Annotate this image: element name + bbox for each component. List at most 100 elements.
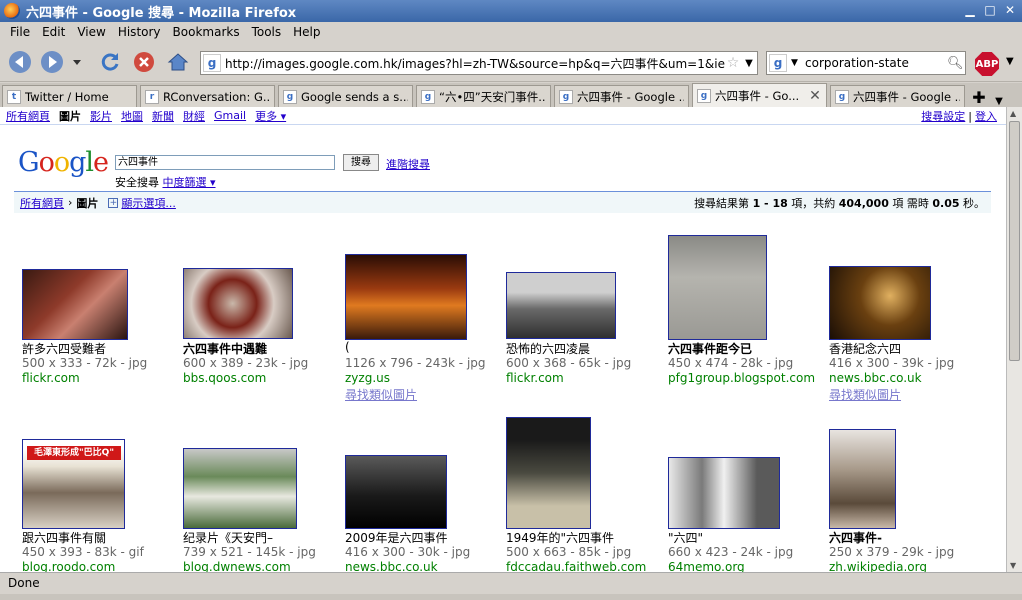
google-logo[interactable]: Google bbox=[18, 147, 109, 178]
image-source[interactable]: news.bbc.co.uk bbox=[829, 371, 922, 385]
gbar-maps[interactable]: 地圖 bbox=[121, 108, 143, 124]
vertical-scrollbar[interactable]: ▲ ▼ bbox=[1006, 107, 1022, 572]
bookmark-star-icon[interactable]: ☆ bbox=[725, 55, 741, 71]
image-source[interactable]: bbs.qoos.com bbox=[183, 371, 266, 385]
plus-icon[interactable]: + bbox=[108, 197, 119, 208]
tab-google-sends[interactable]: g Google sends a s... bbox=[278, 85, 413, 107]
image-thumbnail[interactable] bbox=[506, 417, 591, 529]
image-source[interactable]: news.bbc.co.uk bbox=[345, 560, 438, 572]
safe-search-level[interactable]: 中度篩選 ▾ bbox=[163, 176, 216, 189]
url-dropdown-icon[interactable]: ▼ bbox=[741, 58, 757, 69]
tab-label: “六•四”天安门事件... bbox=[439, 89, 546, 104]
window-title: 六四事件 - Google 搜尋 - Mozilla Firefox bbox=[26, 5, 297, 21]
image-thumbnail[interactable]: 毛澤東形成"巴比Q" bbox=[22, 439, 125, 529]
similar-images-link[interactable]: 尋找類似圖片 bbox=[345, 386, 417, 403]
menu-view[interactable]: View bbox=[71, 25, 111, 39]
tab-search-active[interactable]: g 六四事件 - Go... ✕ bbox=[692, 83, 827, 107]
image-caption: 六四事件中遇難 bbox=[183, 342, 268, 356]
url-text[interactable]: http://images.google.com.hk/images?hl=zh… bbox=[225, 55, 725, 72]
menu-file[interactable]: File bbox=[4, 25, 36, 39]
stop-icon[interactable] bbox=[132, 50, 156, 74]
toolbar-overflow-icon[interactable]: ▼ bbox=[1006, 56, 1014, 67]
image-thumbnail[interactable] bbox=[345, 254, 467, 340]
image-thumbnail[interactable] bbox=[345, 455, 447, 529]
gbar-news[interactable]: 新聞 bbox=[152, 108, 174, 124]
back-icon[interactable] bbox=[8, 50, 32, 74]
tab-twitter[interactable]: t Twitter / Home bbox=[2, 85, 137, 107]
image-thumbnail[interactable] bbox=[668, 235, 767, 340]
image-source[interactable]: fdccadau.faithweb.com bbox=[506, 560, 646, 572]
image-thumbnail[interactable] bbox=[22, 269, 128, 340]
window-titlebar: 六四事件 - Google 搜尋 - Mozilla Firefox ▁ □ ✕ bbox=[0, 0, 1022, 22]
menu-history[interactable]: History bbox=[112, 25, 167, 39]
new-tab-icon[interactable]: ✚ bbox=[968, 88, 990, 107]
search-settings-link[interactable]: 搜尋設定 bbox=[921, 110, 965, 123]
tab-close-icon[interactable]: ✕ bbox=[808, 88, 822, 104]
image-thumbnail[interactable] bbox=[506, 272, 616, 339]
search-button[interactable]: 搜尋 bbox=[343, 154, 379, 171]
tab-search-1[interactable]: g 六四事件 - Google ... bbox=[554, 85, 689, 107]
gbar-images: 圖片 bbox=[59, 109, 81, 123]
image-thumbnail[interactable] bbox=[183, 268, 293, 339]
image-source[interactable]: zyzg.us bbox=[345, 371, 390, 385]
menu-tools[interactable]: Tools bbox=[246, 25, 288, 39]
maximize-icon[interactable]: □ bbox=[982, 3, 998, 19]
google-bar: 所有網頁 圖片 影片 地圖 新聞 財經 Gmail 更多 ▾ 搜尋設定 | 登入 bbox=[0, 107, 1006, 125]
crumb-all-web[interactable]: 所有網頁 bbox=[20, 195, 64, 211]
gbar-finance[interactable]: 財經 bbox=[183, 108, 205, 124]
google-icon: g bbox=[559, 89, 573, 104]
magnifier-icon[interactable]: 🔍︎ bbox=[947, 56, 965, 71]
tab-search-2[interactable]: g 六四事件 - Google ... bbox=[830, 85, 965, 107]
adblock-icon[interactable]: ABP bbox=[975, 52, 999, 76]
similar-images-link[interactable]: 尋找類似圖片 bbox=[829, 386, 901, 403]
image-thumbnail[interactable] bbox=[668, 457, 780, 529]
image-thumbnail[interactable] bbox=[829, 266, 931, 340]
tab-tiananmen[interactable]: g “六•四”天安门事件... bbox=[416, 85, 551, 107]
forward-icon[interactable] bbox=[40, 50, 64, 74]
image-meta: 450 x 393 - 83k - gif bbox=[22, 545, 144, 559]
image-source[interactable]: zh.wikipedia.org bbox=[829, 560, 927, 572]
image-meta: 739 x 521 - 145k - jpg bbox=[183, 545, 316, 559]
gbar-web[interactable]: 所有網頁 bbox=[6, 108, 50, 124]
image-thumbnail[interactable] bbox=[829, 429, 896, 529]
home-icon[interactable] bbox=[166, 50, 190, 74]
scrollbar-thumb[interactable] bbox=[1009, 121, 1020, 361]
gbar-gmail[interactable]: Gmail bbox=[214, 109, 246, 122]
search-bar[interactable]: g ▼ corporation-state 🔍︎ bbox=[766, 51, 966, 75]
image-source[interactable]: blog.roodo.com bbox=[22, 560, 115, 572]
gbar-video[interactable]: 影片 bbox=[90, 108, 112, 124]
menu-help[interactable]: Help bbox=[287, 25, 326, 39]
image-caption: 六四事件距今已 bbox=[668, 342, 753, 356]
tab-label: 六四事件 - Go... bbox=[715, 88, 800, 103]
history-dropdown-icon[interactable] bbox=[70, 50, 84, 74]
safe-search: 安全搜尋 中度篩選 ▾ bbox=[115, 174, 216, 190]
tab-rconversation[interactable]: r RConversation: G... bbox=[140, 85, 275, 107]
image-source[interactable]: blog.dwnews.com bbox=[183, 560, 291, 572]
menu-edit[interactable]: Edit bbox=[36, 25, 71, 39]
image-source[interactable]: 64memo.org bbox=[668, 560, 745, 572]
image-meta: 500 x 663 - 85k - jpg bbox=[506, 545, 632, 559]
minimize-icon[interactable]: ▁ bbox=[962, 3, 978, 19]
image-source[interactable]: pfg1group.blogspot.com bbox=[668, 371, 815, 385]
scroll-up-icon[interactable]: ▲ bbox=[1010, 109, 1016, 118]
search-bar-input[interactable]: corporation-state bbox=[801, 56, 947, 70]
search-engine-icon[interactable]: g bbox=[769, 54, 787, 72]
search-input[interactable]: 六四事件 bbox=[115, 155, 335, 170]
reload-icon[interactable] bbox=[98, 50, 122, 74]
scroll-down-icon[interactable]: ▼ bbox=[1010, 561, 1016, 570]
image-source[interactable]: flickr.com bbox=[506, 371, 564, 385]
gbar-more[interactable]: 更多 ▾ bbox=[255, 108, 286, 124]
image-source[interactable]: flickr.com bbox=[22, 371, 80, 385]
engine-dropdown-icon[interactable]: ▼ bbox=[791, 58, 801, 68]
url-bar[interactable]: g http://images.google.com.hk/images?hl=… bbox=[200, 51, 758, 75]
close-icon[interactable]: ✕ bbox=[1002, 3, 1018, 19]
sign-in-link[interactable]: 登入 bbox=[975, 110, 997, 123]
tab-bar: t Twitter / Home r RConversation: G... g… bbox=[0, 83, 1022, 107]
image-caption: 香港紀念六四 bbox=[829, 342, 902, 356]
show-options-link[interactable]: 顯示選項... bbox=[121, 195, 176, 211]
image-meta: 500 x 333 - 72k - jpg bbox=[22, 356, 148, 370]
image-thumbnail[interactable] bbox=[183, 448, 297, 529]
menu-bookmarks[interactable]: Bookmarks bbox=[167, 25, 246, 39]
tab-list-icon[interactable]: ▼ bbox=[990, 96, 1008, 107]
advanced-search-link[interactable]: 進階搜尋 bbox=[386, 156, 430, 172]
